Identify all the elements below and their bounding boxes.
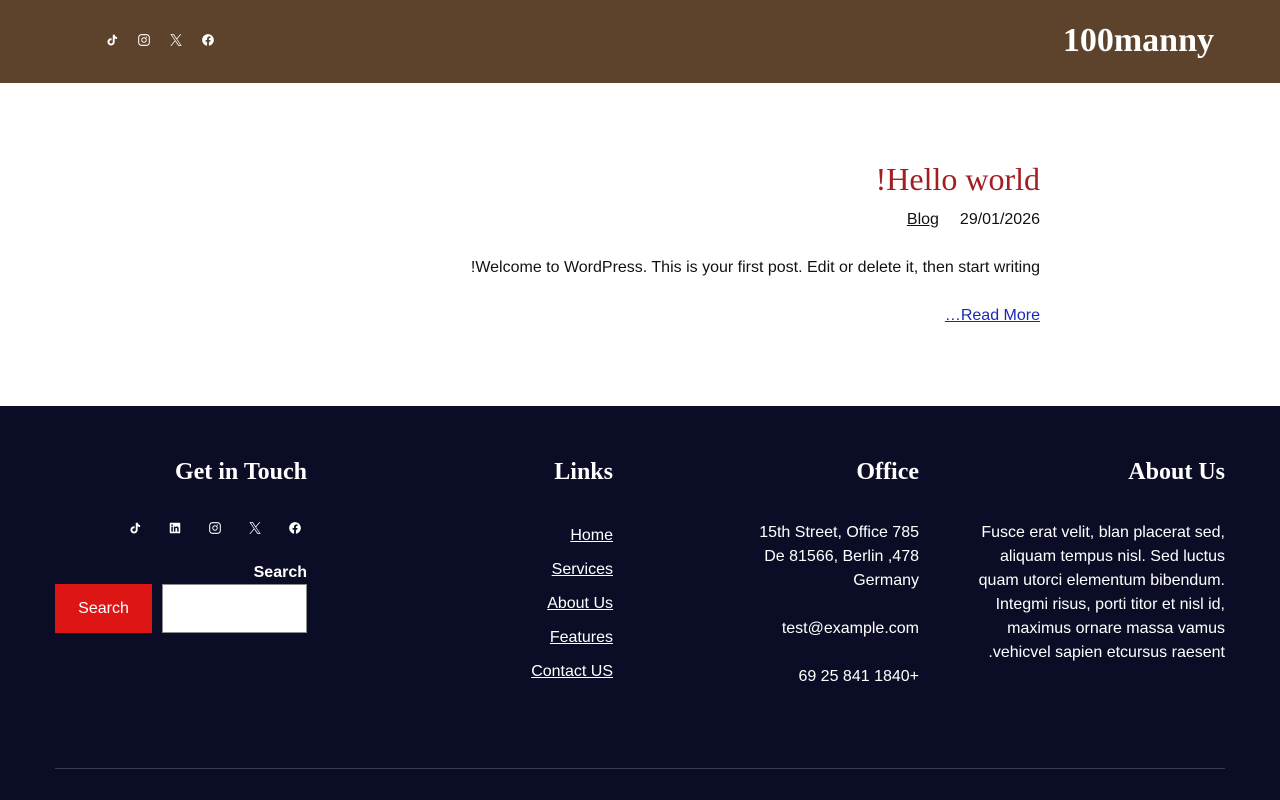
post-card: !Hello world Blog 29/01/2026 !Welcome to… bbox=[0, 83, 1280, 406]
footer-contact-column: Get in Touch Search Search bbox=[55, 458, 307, 633]
search-button[interactable]: Search bbox=[55, 584, 152, 633]
tiktok-icon[interactable] bbox=[100, 28, 124, 52]
address-line: Germany bbox=[853, 572, 919, 589]
header-social-links bbox=[100, 28, 220, 52]
footer-links-heading: Links bbox=[554, 459, 613, 485]
footer-about-heading: About Us bbox=[1128, 459, 1225, 485]
read-more-link[interactable]: …Read More bbox=[945, 306, 1040, 326]
footer-link-features[interactable]: Features bbox=[550, 629, 613, 646]
x-icon[interactable] bbox=[243, 516, 267, 540]
site-header: 100manny bbox=[0, 0, 1280, 83]
footer-links-list: Home Services About Us Features Contact … bbox=[531, 526, 613, 696]
footer-link-home[interactable]: Home bbox=[570, 527, 613, 544]
footer-office-heading: Office bbox=[856, 459, 919, 485]
site-title[interactable]: 100manny bbox=[1063, 20, 1214, 62]
instagram-icon[interactable] bbox=[132, 28, 156, 52]
post-title[interactable]: !Hello world bbox=[876, 161, 1040, 197]
address-line: 15th Street, Office 785 bbox=[759, 524, 919, 541]
facebook-icon[interactable] bbox=[196, 28, 220, 52]
footer-office-column: Office 15th Street, Office 785 De 81566,… bbox=[713, 458, 919, 685]
about-text: Fusce erat velit, blan placerat sed, ali… bbox=[978, 524, 1225, 661]
footer-contact-heading: Get in Touch bbox=[174, 459, 307, 485]
post-date: 29/01/2026 bbox=[959, 211, 1040, 228]
office-phone: 69 25 841 1840+ bbox=[798, 668, 919, 685]
post-excerpt: !Welcome to WordPress. This is your firs… bbox=[470, 259, 1040, 276]
search-label: Search bbox=[253, 564, 307, 581]
linkedin-icon[interactable] bbox=[163, 516, 187, 540]
instagram-icon[interactable] bbox=[203, 516, 227, 540]
x-icon[interactable] bbox=[164, 28, 188, 52]
footer-link-about-us[interactable]: About Us bbox=[547, 595, 613, 612]
footer-link-contact-us[interactable]: Contact US bbox=[531, 663, 613, 680]
footer-about-column: About Us Fusce erat velit, blan placerat… bbox=[969, 458, 1225, 661]
office-address: 15th Street, Office 785 De 81566, Berlin… bbox=[713, 521, 919, 593]
footer-social-links bbox=[123, 516, 307, 540]
address-line: De 81566, Berlin ,478 bbox=[764, 548, 919, 565]
office-details: 15th Street, Office 785 De 81566, Berlin… bbox=[713, 521, 919, 713]
post-meta: Blog 29/01/2026 bbox=[907, 210, 1040, 230]
footer-divider bbox=[55, 768, 1225, 769]
footer-links-column: Links Home Services About Us Features Co… bbox=[407, 458, 613, 680]
site-footer: Get in Touch Search Search Links Home Se… bbox=[0, 406, 1280, 800]
footer-link-services[interactable]: Services bbox=[552, 561, 613, 578]
tiktok-icon[interactable] bbox=[123, 516, 147, 540]
post-category-link[interactable]: Blog bbox=[907, 210, 939, 230]
facebook-icon[interactable] bbox=[283, 516, 307, 540]
search-input[interactable] bbox=[162, 584, 307, 633]
office-email: test@example.com bbox=[781, 620, 919, 637]
